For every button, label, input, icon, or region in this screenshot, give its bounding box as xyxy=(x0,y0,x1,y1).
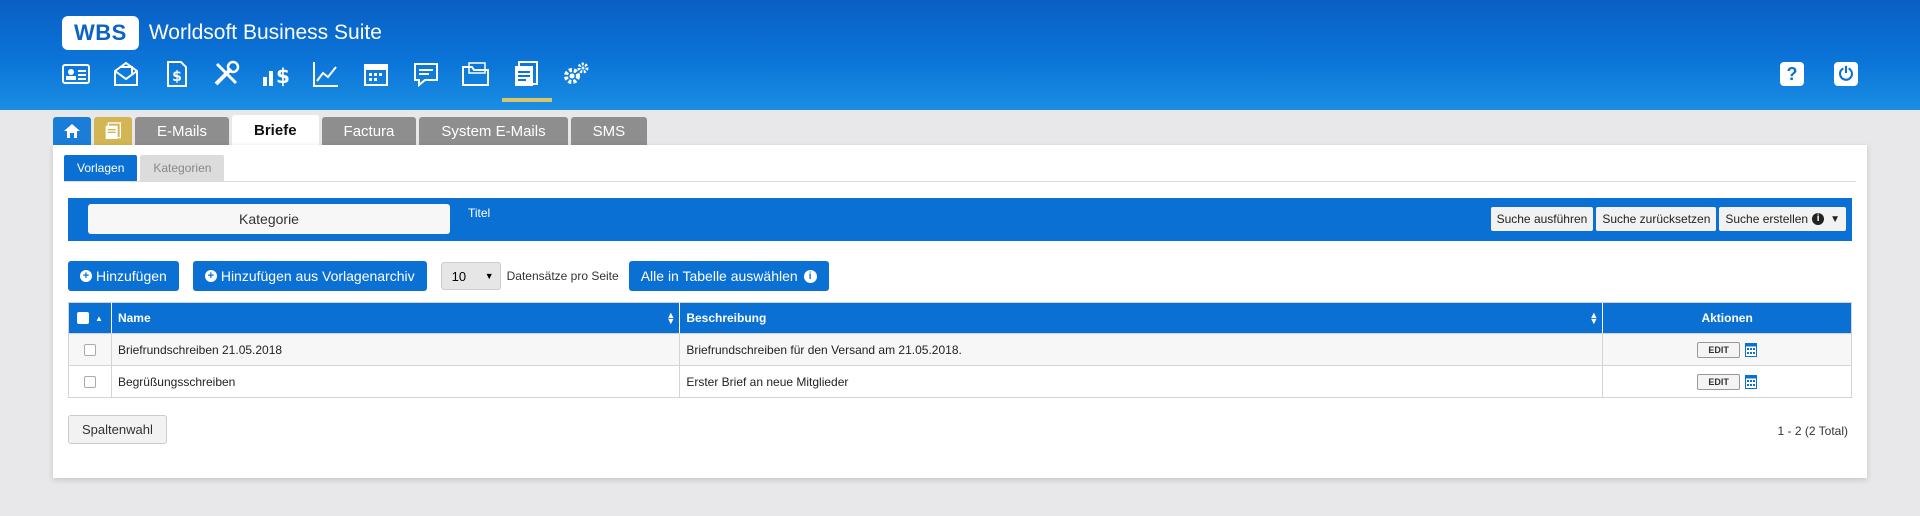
table-row[interactable]: Briefrundschreiben 21.05.2018 Briefrunds… xyxy=(69,333,1851,365)
row-name: Briefrundschreiben 21.05.2018 xyxy=(112,334,681,365)
tools-icon[interactable] xyxy=(208,56,244,92)
add-button[interactable]: + Hinzufügen xyxy=(68,261,179,291)
home-icon xyxy=(64,124,80,138)
row-actions: EDIT xyxy=(1603,334,1851,365)
search-reset-button[interactable]: Suche zurücksetzen xyxy=(1596,207,1717,231)
filter-bar: Kategorie Titel Suche ausführen Suche zu… xyxy=(68,198,1852,241)
settings-icon[interactable] xyxy=(558,56,594,92)
dropdown-arrow-icon: ▼ xyxy=(484,271,494,281)
add-from-archive-button[interactable]: + Hinzufügen aus Vorlagenarchiv xyxy=(192,261,427,291)
table-row[interactable]: Begrüßungsschreiben Erster Brief an neue… xyxy=(69,365,1851,397)
sales-icon[interactable]: $ xyxy=(258,56,294,92)
module-toolbar: $ $ xyxy=(58,56,608,102)
app-title: Worldsoft Business Suite xyxy=(148,21,382,44)
pagination-info: 1 - 2 (2 Total) xyxy=(1777,424,1848,438)
calendar-icon[interactable] xyxy=(1744,374,1757,389)
row-actions: EDIT xyxy=(1603,366,1851,397)
info-icon: i xyxy=(803,269,817,283)
sort-up-icon[interactable]: ▲ xyxy=(95,314,103,323)
table-actions: + Hinzufügen + Hinzufügen aus Vorlagenar… xyxy=(68,261,843,291)
info-icon: i xyxy=(1812,213,1825,225)
table-header: ▲ Name ▲ ▼ Beschreibung ▲ ▼ Aktionen xyxy=(69,303,1851,333)
app-logo[interactable]: WBS Worldsoft Business Suite xyxy=(62,16,382,50)
power-icon[interactable]: ⏻ xyxy=(1834,62,1858,86)
header-actions: ? ⏻ xyxy=(1750,62,1858,86)
calendar-icon[interactable] xyxy=(1744,342,1757,357)
edit-button[interactable]: EDIT xyxy=(1697,373,1740,390)
chevron-down-icon: ▼ xyxy=(1830,213,1840,225)
letters-tab-icon xyxy=(105,122,121,139)
column-name-label: Name xyxy=(117,311,151,325)
calendar-icon[interactable] xyxy=(358,56,394,92)
tab-home[interactable] xyxy=(53,117,91,145)
help-icon[interactable]: ? xyxy=(1780,62,1804,86)
tab-letters-module[interactable] xyxy=(94,117,132,145)
row-select-cell xyxy=(69,366,112,397)
kategorie-filter[interactable]: Kategorie xyxy=(88,204,450,234)
contact-card-icon[interactable] xyxy=(58,56,94,92)
tab-sms[interactable]: SMS xyxy=(570,117,648,145)
sub-tabs: Vorlagen Kategorien xyxy=(64,155,227,181)
templates-table: ▲ Name ▲ ▼ Beschreibung ▲ ▼ Aktionen Brief… xyxy=(68,302,1852,398)
column-select-button[interactable]: Spaltenwahl xyxy=(68,415,167,444)
page-size-value: 10 xyxy=(451,268,467,284)
folder-icon[interactable] xyxy=(458,56,494,92)
svg-text:$: $ xyxy=(276,64,290,88)
row-description: Briefrundschreiben für den Versand am 21… xyxy=(680,334,1604,365)
select-all-label: Alle in Tabelle auswählen xyxy=(640,268,798,284)
chart-icon[interactable] xyxy=(308,56,344,92)
sort-icon[interactable]: ▲ ▼ xyxy=(666,311,675,326)
column-name[interactable]: Name ▲ ▼ xyxy=(112,303,681,333)
divider xyxy=(64,181,1856,182)
page-size-select[interactable]: 10 ▼ xyxy=(440,262,501,290)
select-all-button[interactable]: Alle in Tabelle auswählen i xyxy=(628,261,829,291)
tab-system-emails[interactable]: System E-Mails xyxy=(419,117,568,145)
invoice-icon[interactable]: $ xyxy=(158,56,194,92)
plus-icon: + xyxy=(204,270,217,282)
tab-briefe[interactable]: Briefe xyxy=(232,115,319,145)
search-create-button[interactable]: Suche erstellen i ▼ xyxy=(1719,207,1846,231)
main-tabs: E-Mails Briefe Factura System E-Mails SM… xyxy=(53,115,650,145)
row-name: Begrüßungsschreiben xyxy=(112,366,681,397)
edit-button[interactable]: EDIT xyxy=(1697,341,1740,358)
tab-factura[interactable]: Factura xyxy=(321,117,417,145)
mail-icon[interactable] xyxy=(108,56,144,92)
add-label: Hinzufügen xyxy=(96,268,167,284)
row-checkbox[interactable] xyxy=(83,343,96,356)
column-actions-label: Aktionen xyxy=(1701,311,1753,325)
table-footer: Spaltenwahl 1 - 2 (2 Total) xyxy=(68,415,1852,445)
subtab-kategorien[interactable]: Kategorien xyxy=(140,155,225,181)
header-checkbox[interactable] xyxy=(77,312,90,324)
search-actions: Suche ausführen Suche zurücksetzen Suche… xyxy=(1488,207,1846,231)
column-actions: Aktionen xyxy=(1603,303,1851,333)
svg-text:$: $ xyxy=(172,69,182,85)
search-create-label: Suche erstellen xyxy=(1725,212,1809,226)
content-panel: Vorlagen Kategorien Kategorie Titel Such… xyxy=(53,145,1867,478)
logo-badge: WBS xyxy=(62,16,139,50)
letters-icon[interactable] xyxy=(502,56,552,102)
add-from-archive-label: Hinzufügen aus Vorlagenarchiv xyxy=(220,268,415,284)
app-header: WBS Worldsoft Business Suite $ $ ? ⏻ xyxy=(0,0,1920,110)
chat-icon[interactable] xyxy=(408,56,444,92)
column-description[interactable]: Beschreibung ▲ ▼ xyxy=(680,303,1604,333)
row-checkbox[interactable] xyxy=(83,375,96,388)
plus-icon: + xyxy=(80,270,92,282)
select-all-checkbox-cell[interactable]: ▲ xyxy=(69,303,112,333)
sort-icon[interactable]: ▲ ▼ xyxy=(1589,311,1598,326)
per-page-label: Datensätze pro Seite xyxy=(506,269,619,283)
row-select-cell xyxy=(69,334,112,365)
titel-filter-label[interactable]: Titel xyxy=(468,206,490,220)
search-run-button[interactable]: Suche ausführen xyxy=(1490,207,1594,231)
row-description: Erster Brief an neue Mitglieder xyxy=(680,366,1604,397)
column-description-label: Beschreibung xyxy=(686,311,767,325)
tab-emails[interactable]: E-Mails xyxy=(135,117,230,145)
subtab-vorlagen[interactable]: Vorlagen xyxy=(64,155,138,181)
